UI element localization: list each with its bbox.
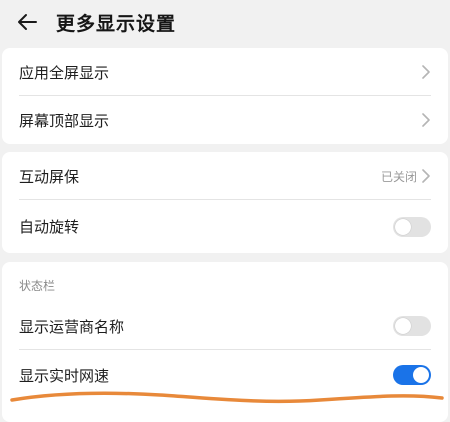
display-group: 应用全屏显示 屏幕顶部显示 xyxy=(2,48,448,144)
toggle-knob xyxy=(395,318,411,334)
status-bar-group: 状态栏 显示运营商名称 显示实时网速 xyxy=(2,262,448,422)
show-carrier-name-row: 显示运营商名称 xyxy=(2,302,448,350)
status-value: 已关闭 xyxy=(380,169,417,184)
auto-rotate-row: 自动旋转 xyxy=(2,200,448,253)
toggle-knob xyxy=(395,218,411,235)
row-label: 显示实时网速 xyxy=(19,366,110,385)
screen-top-display-row[interactable]: 屏幕顶部显示 xyxy=(2,96,448,144)
header-bar: 更多显示设置 xyxy=(0,0,450,44)
interactive-screensaver-row[interactable]: 互动屏保 已关闭 xyxy=(2,152,448,200)
row-label: 自动旋转 xyxy=(19,218,80,236)
show-network-speed-row: 显示实时网速 xyxy=(2,350,448,400)
carrier-name-toggle[interactable] xyxy=(393,316,431,336)
screensaver-rotation-group: 互动屏保 已关闭 自动旋转 xyxy=(2,152,448,253)
row-label: 屏幕顶部显示 xyxy=(19,111,110,130)
settings-screen: 更多显示设置 应用全屏显示 屏幕顶部显示 互动屏保 已关闭 自动旋转 状态栏 显… xyxy=(0,0,450,422)
row-label: 应用全屏显示 xyxy=(19,63,110,82)
app-fullscreen-row[interactable]: 应用全屏显示 xyxy=(2,48,448,96)
chevron-right-icon xyxy=(421,65,431,79)
chevron-right-icon xyxy=(421,169,431,183)
back-button[interactable] xyxy=(14,9,40,35)
auto-rotate-toggle[interactable] xyxy=(393,216,431,237)
row-label: 显示运营商名称 xyxy=(19,317,125,336)
row-label: 互动屏保 xyxy=(19,167,80,186)
section-title: 状态栏 xyxy=(19,278,56,293)
chevron-right-icon xyxy=(421,113,431,127)
page-title: 更多显示设置 xyxy=(56,12,177,35)
arrow-left-icon xyxy=(18,14,37,30)
toggle-knob xyxy=(413,367,429,383)
network-speed-toggle[interactable] xyxy=(393,365,431,385)
